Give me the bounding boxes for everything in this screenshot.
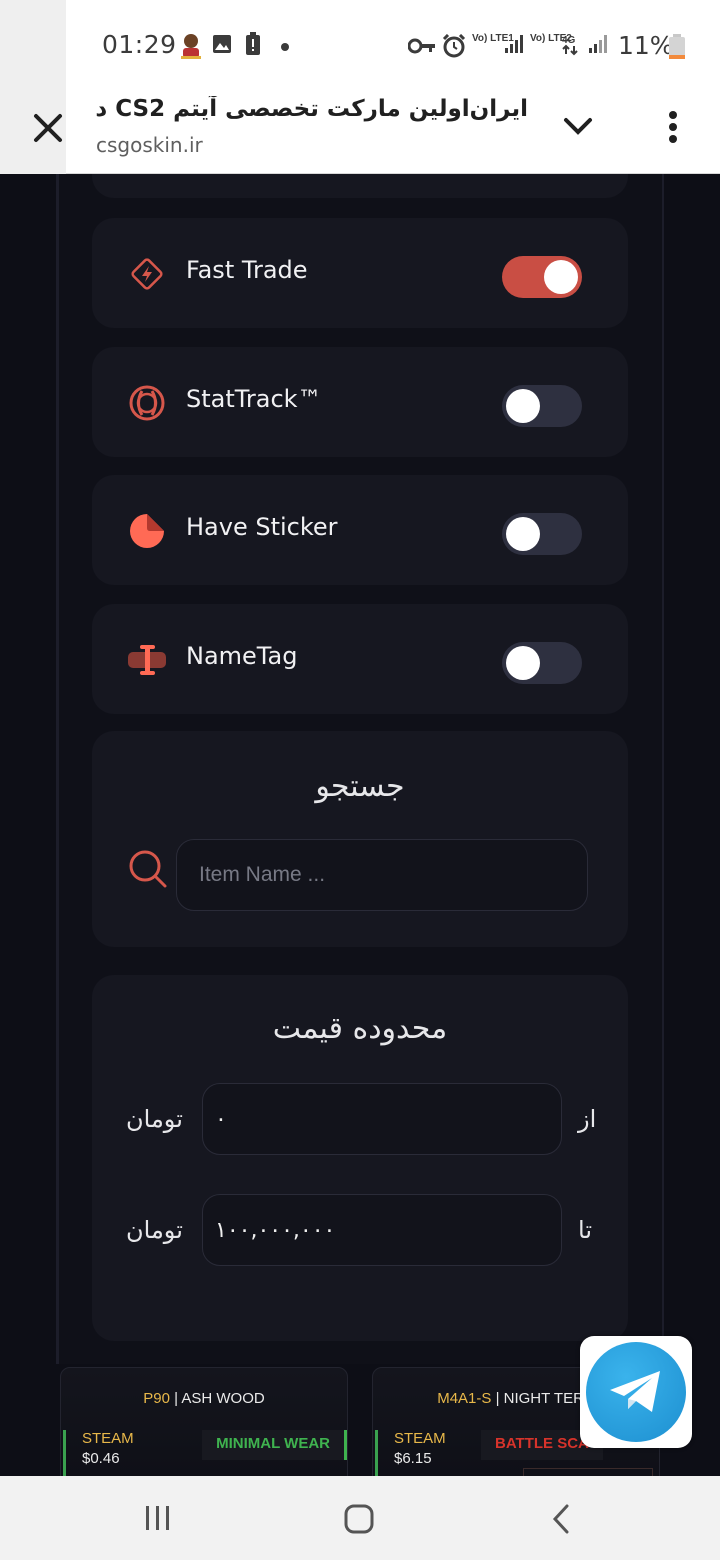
stattrack-toggle[interactable] [502,385,582,427]
svg-text:4G: 4G [562,35,576,46]
price-max-unit: تومان [126,1216,183,1244]
page-title: ایران‌اولین مارکت تخصصی آیتم CS2 در [96,96,528,122]
battery-alert-icon [246,32,260,55]
notification-dot-icon [281,43,289,51]
item-weapon: P90 [143,1390,170,1407]
signal-2-icon [589,35,607,53]
search-icon[interactable] [128,849,168,889]
image-icon [213,35,231,53]
chevron-down-icon[interactable] [562,114,594,138]
battery-percent: 11% [618,31,674,60]
stattrack-label: StatTrack™ [186,385,322,413]
item-source-label: STEAM [394,1430,446,1447]
item-skin: ASH WOOD [181,1390,265,1407]
filter-have-sticker: Have Sticker [92,475,628,585]
filter-fast-trade: Fast Trade [92,218,628,328]
stattrack-icon [129,385,165,421]
search-section: جستجو [92,731,628,947]
telegram-button[interactable] [580,1336,692,1448]
alarm-icon [442,34,466,58]
have-sticker-toggle[interactable] [502,513,582,555]
browser-toolbar: ایران‌اولین مارکت تخصصی آیتم CS2 در csgo… [0,0,720,174]
network-4g-icon: 4G [562,35,578,56]
back-icon[interactable] [550,1503,572,1535]
price-min-unit: تومان [126,1105,183,1133]
price-min-input[interactable] [202,1083,562,1155]
page-content: Fast Trade StatTrack™ Have Sticker NameT… [0,174,720,1476]
item-image-frame [523,1468,653,1476]
search-input[interactable] [176,839,588,911]
price-range-section: محدوده قیمت از تومان تا تومان [92,975,628,1341]
telegram-icon [610,1371,660,1412]
recent-apps-icon[interactable] [144,1504,172,1532]
item-card[interactable]: P90 | ASH WOOD STEAM $0.46 MINIMAL WEAR [60,1367,348,1476]
panel-border-right [662,174,664,1364]
page-url[interactable]: csgoskin.ir [96,133,203,157]
filter-card-partial [92,174,628,198]
signal-icon [505,35,523,53]
toggle-knob [506,646,540,680]
item-price: $6.15 [394,1450,432,1467]
toggle-knob [506,389,540,423]
close-icon[interactable] [30,110,66,146]
filter-nametag: NameTag [92,604,628,714]
battery-icon [669,34,685,59]
panel-border-left [56,174,59,1364]
fast-trade-toggle[interactable] [502,256,582,298]
clock: 01:29 [102,30,177,59]
item-source: STEAM $0.46 [63,1430,134,1476]
item-source-label: STEAM [82,1430,134,1447]
nametag-icon [128,645,166,675]
filter-stattrack: StatTrack™ [92,347,628,457]
sticker-icon [130,514,164,548]
item-name: P90 | ASH WOOD [143,1390,265,1407]
close-area [0,0,66,174]
status-bar: 01:29 Vo) LTE1 Vo) LTE2 4G 11% [0,0,720,88]
toggle-knob [544,260,578,294]
price-max-input[interactable] [202,1194,562,1266]
lightning-icon [131,258,163,290]
item-price: $0.46 [82,1450,120,1467]
vpn-key-icon [408,38,435,54]
item-wear: MINIMAL WEAR [202,1430,347,1460]
home-icon[interactable] [343,1503,375,1535]
system-nav-bar [0,1476,720,1560]
search-heading: جستجو [315,769,405,804]
item-weapon: M4A1-S [437,1390,492,1407]
fast-trade-label: Fast Trade [186,256,308,284]
have-sticker-label: Have Sticker [186,513,338,541]
nametag-label: NameTag [186,642,298,670]
nametag-toggle[interactable] [502,642,582,684]
toggle-knob [506,517,540,551]
avatar-icon [181,34,201,59]
price-range-heading: محدوده قیمت [272,1011,448,1046]
price-to-label: تا [578,1216,592,1244]
price-from-label: از [578,1105,597,1133]
more-options-icon[interactable] [664,110,682,144]
item-source: STEAM $6.15 [375,1430,446,1476]
